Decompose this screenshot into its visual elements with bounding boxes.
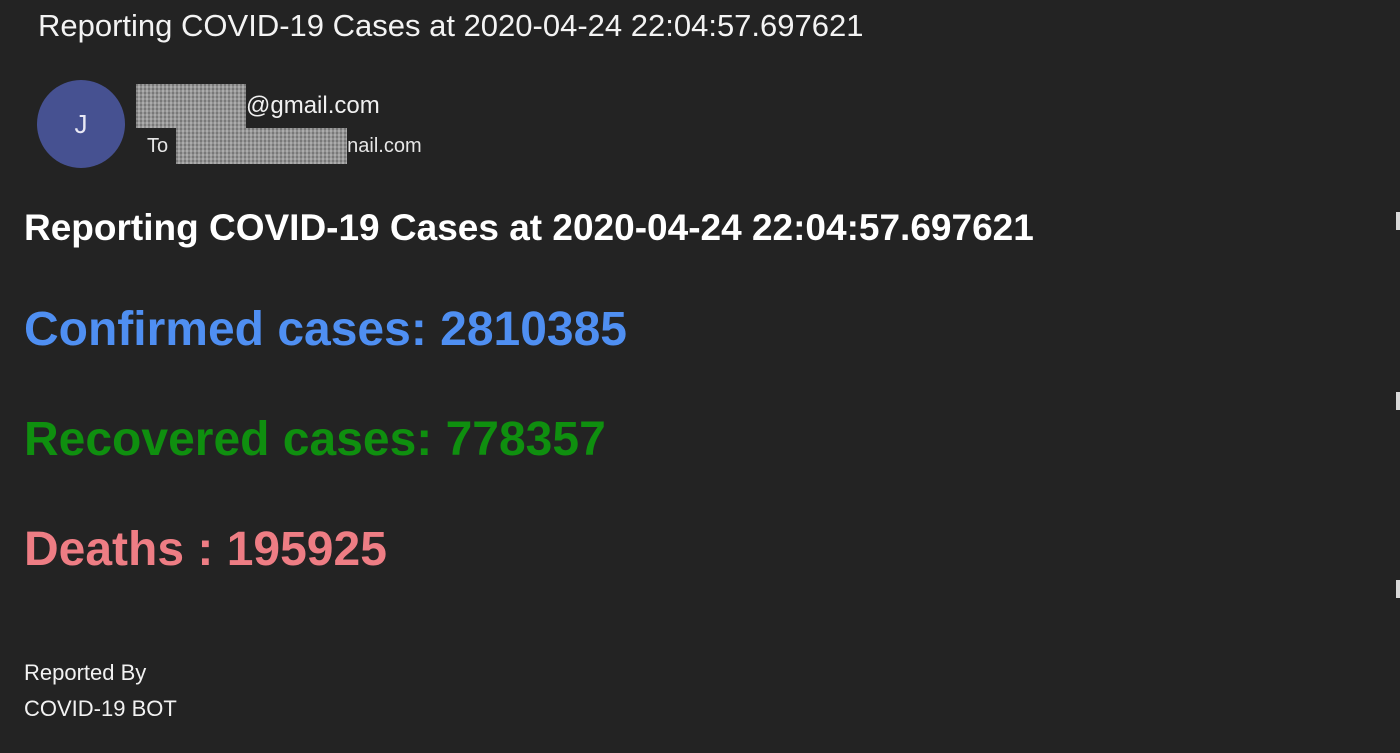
to-label: To bbox=[147, 134, 169, 157]
email-subject: Reporting COVID-19 Cases at 2020-04-24 2… bbox=[38, 8, 864, 43]
sender-avatar[interactable]: J bbox=[37, 80, 125, 168]
redacted-sender-name bbox=[136, 84, 246, 128]
avatar-initial: J bbox=[74, 108, 88, 139]
sender-address: @gmail.com bbox=[246, 92, 380, 119]
right-edge-mark bbox=[1396, 580, 1400, 598]
redacted-recipient-name bbox=[176, 128, 348, 164]
right-edge-mark bbox=[1396, 212, 1400, 230]
right-edge-mark bbox=[1396, 392, 1400, 410]
recovered-cases: Recovered cases: 778357 bbox=[24, 413, 606, 466]
reporter-name: COVID-19 BOT bbox=[24, 696, 177, 721]
confirmed-cases: Confirmed cases: 2810385 bbox=[24, 303, 627, 356]
recipient-line[interactable]: To nail.com bbox=[147, 128, 422, 164]
body-heading: Reporting COVID-19 Cases at 2020-04-24 2… bbox=[24, 207, 1034, 248]
deaths-count: Deaths : 195925 bbox=[24, 523, 387, 576]
sender-line[interactable]: @gmail.com bbox=[136, 84, 380, 128]
reported-by-label: Reported By bbox=[24, 660, 147, 685]
recipient-address: nail.com bbox=[347, 134, 422, 157]
